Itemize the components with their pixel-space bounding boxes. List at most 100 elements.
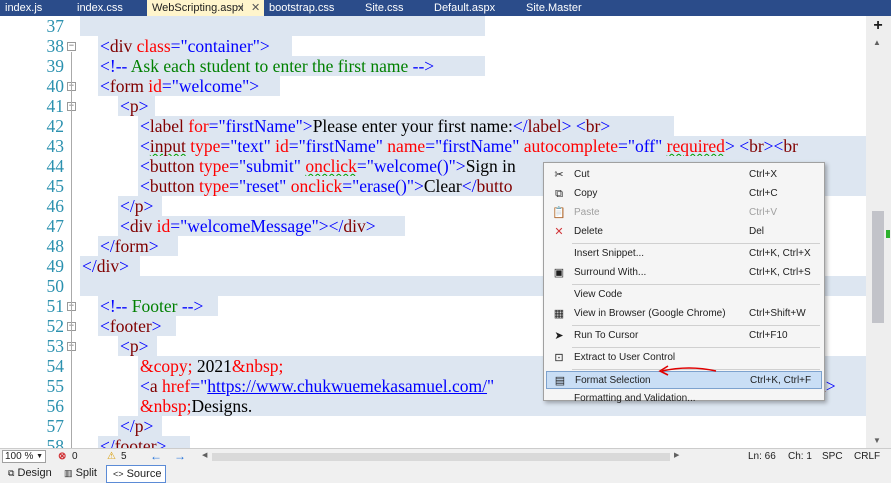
menu-item-paste[interactable]: 📋 Paste Ctrl+V (546, 204, 822, 222)
scroll-up-icon[interactable]: ▲ (873, 38, 881, 47)
navigate-forward-icon[interactable]: → (174, 449, 186, 463)
spacing-indicator[interactable]: SPC (822, 451, 843, 462)
fold-guide (71, 118, 72, 228)
pin-icon[interactable]: ⊣ (235, 0, 244, 16)
zoom-dropdown[interactable]: 100 % ▼ (2, 450, 46, 463)
char-indicator: Ch: 1 (788, 451, 812, 462)
tab-default-aspx[interactable]: Default.aspx (429, 0, 521, 16)
code-line[interactable]: <!-- Footer --> (100, 296, 203, 316)
error-icon[interactable]: ⊗ (58, 451, 66, 462)
line-number: 51 (46, 296, 65, 316)
menu-item-label: Copy (574, 188, 598, 199)
menu-item-label: Insert Snippet... (574, 248, 645, 259)
line-number: 53 (46, 336, 65, 356)
code-line[interactable]: </p> (120, 416, 153, 436)
menu-item-copy[interactable]: ⧉ Copy Ctrl+C (546, 185, 822, 203)
tab-label: Site.css (365, 2, 404, 14)
fold-guide (71, 362, 72, 448)
line-ending-indicator[interactable]: CRLF (854, 451, 880, 462)
tab-label: bootstrap.css (269, 2, 335, 14)
line-number: 41 (46, 96, 65, 116)
split-view-button[interactable]: ▥ Split (58, 465, 101, 481)
paste-icon: 📋 (552, 207, 566, 219)
code-line[interactable]: <form id="welcome"> (100, 76, 259, 96)
code-line[interactable]: <footer> (100, 316, 162, 336)
close-icon[interactable]: ✕ (251, 0, 260, 16)
source-icon: <> (113, 469, 124, 479)
code-line[interactable]: <a href="https://www.chukwuemekasamuel.c… (140, 376, 494, 396)
line-number: 54 (46, 356, 65, 376)
menu-item-formatting-and-validation[interactable]: Formatting and Validation... (546, 390, 822, 408)
code-line[interactable]: </div> (82, 256, 129, 276)
code-line[interactable]: <input type="text" id="firstName" name="… (140, 136, 798, 156)
design-view-button[interactable]: ⧉ Design (2, 465, 56, 481)
menu-item-shortcut: Ctrl+K, Ctrl+X (749, 248, 811, 259)
scroll-left-icon[interactable]: ◀ (202, 451, 207, 459)
cut-icon: ✂ (554, 169, 564, 181)
view-switcher: ⧉ Design ▥ Split <> Source (0, 465, 891, 483)
error-count[interactable]: 0 (72, 451, 78, 462)
line-number: 56 (46, 396, 65, 416)
code-line[interactable]: </footer> (100, 436, 166, 448)
line-number: 48 (46, 236, 65, 256)
menu-item-view-code[interactable]: View Code (546, 286, 822, 304)
menu-item-label: Delete (574, 226, 603, 237)
line-number: 45 (46, 176, 65, 196)
line-number: 43 (46, 136, 65, 156)
scroll-down-icon[interactable]: ▼ (873, 436, 881, 445)
warning-count[interactable]: 5 (121, 451, 127, 462)
source-label: Source (126, 468, 162, 480)
menu-item-shortcut: Ctrl+X (749, 169, 778, 180)
code-line[interactable]: &nbsp;Designs. (140, 396, 252, 416)
code-line[interactable]: &copy; 2021&nbsp; (140, 356, 283, 376)
selection-highlight (80, 16, 485, 36)
menu-item-label: Format Selection (575, 375, 651, 386)
menu-item-view-in-browser-google-chrome[interactable]: ▦ View in Browser (Google Chrome) Ctrl+Shi… (546, 305, 822, 323)
line-indicator: Ln: 66 (748, 451, 776, 462)
code-line[interactable]: <div id="welcomeMessage"></div> (120, 216, 376, 236)
code-line[interactable]: <label for="firstName">Please enter your… (140, 116, 610, 136)
code-line[interactable]: <p> (120, 336, 149, 356)
line-number: 50 (46, 276, 65, 296)
tab-site-master[interactable]: Site.Master (521, 0, 611, 16)
code-line[interactable]: <div class="container"> (100, 36, 270, 56)
line-number: 57 (46, 416, 65, 436)
split-window-icon[interactable]: + (869, 18, 887, 35)
run-to-cursor-icon: ➤ (554, 330, 564, 342)
menu-item-shortcut: Ctrl+C (749, 188, 778, 199)
tab-site-css[interactable]: Site.css (360, 0, 429, 16)
tab-bootstrap-css[interactable]: bootstrap.css (264, 0, 360, 16)
navigate-back-icon[interactable]: ← (150, 449, 162, 463)
menu-item-label: Cut (574, 169, 590, 180)
design-icon: ⧉ (8, 468, 15, 478)
menu-item-label: Paste (574, 207, 600, 218)
warning-icon[interactable]: ⚠ (107, 451, 116, 462)
line-number: 44 (46, 156, 65, 176)
menu-item-delete[interactable]: ✕ Delete Del (546, 223, 822, 241)
tab-label: Default.aspx (434, 2, 496, 14)
tab-index-js[interactable]: index.js (0, 0, 72, 16)
menu-item-cut[interactable]: ✂ Cut Ctrl+X (546, 166, 822, 184)
menu-item-surround-with[interactable]: ▣ Surround With... Ctrl+K, Ctrl+S (546, 264, 822, 282)
vertical-scrollbar[interactable]: + ▲ ▼ (866, 16, 891, 448)
scrollbar-thumb[interactable] (872, 211, 884, 323)
horizontal-scrollbar[interactable] (212, 453, 670, 461)
menu-item-insert-snippet[interactable]: Insert Snippet... Ctrl+K, Ctrl+X (546, 245, 822, 263)
collapse-icon[interactable]: − (67, 42, 76, 51)
line-number: 47 (46, 216, 65, 236)
code-line[interactable]: <p> (120, 96, 149, 116)
code-line[interactable]: </form> (100, 236, 159, 256)
tab-index-css[interactable]: index.css (72, 0, 147, 16)
scroll-right-icon[interactable]: ▶ (674, 451, 679, 459)
code-line[interactable]: <!-- Ask each student to enter the first… (100, 56, 434, 76)
menu-item-run-to-cursor[interactable]: ➤ Run To Cursor Ctrl+F10 (546, 327, 822, 345)
source-view-button[interactable]: <> Source (106, 465, 167, 483)
tab-webscripting-aspx[interactable]: WebScripting.aspx ⊣ ✕ (147, 0, 264, 16)
split-label: Split (75, 467, 97, 479)
status-bar: 100 % ▼ ⊗ 0 ⚠ 5 ← → ◀ ▶ Ln: 66 Ch: 1 SPC … (0, 448, 891, 466)
code-line[interactable]: <button type="reset" onclick="erase()">C… (140, 176, 512, 196)
code-line[interactable]: <button type="submit" onclick="welcome()… (140, 156, 516, 176)
line-number: 55 (46, 376, 65, 396)
menu-separator (572, 325, 820, 326)
code-line[interactable]: </p> (120, 196, 153, 216)
